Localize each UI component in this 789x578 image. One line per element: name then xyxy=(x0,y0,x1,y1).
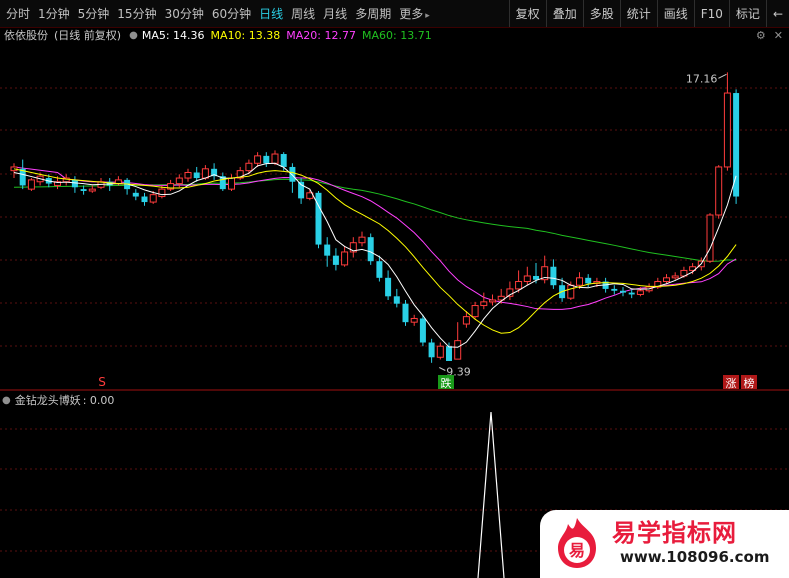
ma60-line xyxy=(13,178,737,262)
candle-body xyxy=(88,188,96,192)
candle-body xyxy=(550,266,557,286)
candle-body xyxy=(471,305,479,318)
candle-body xyxy=(158,188,166,198)
ma20-line xyxy=(13,166,737,310)
candle-body xyxy=(184,172,192,179)
candle-body xyxy=(454,340,462,360)
candle-body xyxy=(385,277,392,297)
candle-body xyxy=(175,177,183,185)
candle-body xyxy=(628,292,635,295)
watermark-logo: 易 易学指标网 www.108096.com xyxy=(540,510,789,578)
candle-body xyxy=(245,162,253,172)
candle-body xyxy=(289,166,296,182)
candle-body xyxy=(480,301,488,307)
high-price-label: 17.16 xyxy=(686,72,718,85)
candle-body xyxy=(254,155,262,164)
candle-body xyxy=(271,153,279,164)
candle-body xyxy=(715,166,723,216)
candle-body xyxy=(332,255,339,265)
candle-body xyxy=(27,179,35,190)
candle-body xyxy=(462,316,470,325)
ma5-line xyxy=(13,162,737,348)
indicator-settings-icon[interactable]: ● xyxy=(2,395,11,406)
indicator-spike xyxy=(477,411,505,578)
indicator-name: 金钻龙头博妖 xyxy=(14,394,81,407)
indicator-info-row: ● 金钻龙头博妖 : 0.00 xyxy=(0,392,114,408)
candle-body xyxy=(636,290,644,295)
candle-body xyxy=(132,192,139,197)
candle-body xyxy=(419,318,426,343)
candle-body xyxy=(723,92,731,168)
candle-body xyxy=(315,192,322,245)
high-price-arrow xyxy=(718,73,727,79)
indicator-value: : 0.00 xyxy=(82,393,115,407)
candle-body xyxy=(263,155,270,164)
candle-body xyxy=(80,189,87,191)
candle-body xyxy=(515,281,523,290)
candle-body xyxy=(71,179,78,188)
candle-body xyxy=(576,277,583,286)
candles-group xyxy=(10,72,740,363)
ma20-line xyxy=(13,166,737,310)
candle-body xyxy=(489,299,496,303)
candle-body xyxy=(428,342,435,358)
candle-body xyxy=(706,214,714,262)
candle-body xyxy=(376,261,383,278)
candle-body xyxy=(402,303,409,323)
candle-body xyxy=(393,296,400,304)
logo-title: 易学指标网 xyxy=(612,519,737,547)
candle-body xyxy=(585,277,592,284)
candle-body xyxy=(410,317,418,323)
ma-lines xyxy=(13,162,737,348)
chart-labels: 17.169.39S 跌涨榜 xyxy=(98,72,757,390)
drop-signal-marker: 跌 xyxy=(441,376,452,390)
candle-body xyxy=(324,244,331,256)
logo-url: www.108096.com xyxy=(620,548,770,566)
rise-signal-marker: 涨 xyxy=(726,377,737,390)
candle-body xyxy=(341,251,349,266)
candle-body xyxy=(446,346,452,361)
candle-body xyxy=(567,284,575,299)
flame-logo-icon: 易 xyxy=(558,518,596,568)
kline-chart: 17.169.39S 跌涨榜 xyxy=(0,72,789,578)
candle-body xyxy=(358,236,366,244)
candle-body xyxy=(611,288,618,291)
candle-body xyxy=(149,194,157,203)
candle-body xyxy=(193,172,200,179)
candle-body xyxy=(733,93,740,197)
candle-body xyxy=(523,275,531,283)
logo-char: 易 xyxy=(569,541,585,560)
candle-body xyxy=(228,177,235,190)
list-signal-marker: 榜 xyxy=(744,376,755,390)
candle-body xyxy=(280,154,287,167)
grid-lines xyxy=(0,87,789,552)
candle-body xyxy=(671,275,679,279)
candle-body xyxy=(436,345,444,358)
ma60-line xyxy=(13,178,737,262)
candle-body xyxy=(367,237,374,262)
candle-body xyxy=(663,277,670,283)
candle-body xyxy=(141,196,148,203)
candle-body xyxy=(533,275,539,280)
low-price-arrow xyxy=(439,367,446,371)
candle-body xyxy=(201,168,209,179)
sell-signal-marker: S xyxy=(98,375,106,389)
candle-body xyxy=(620,290,626,293)
